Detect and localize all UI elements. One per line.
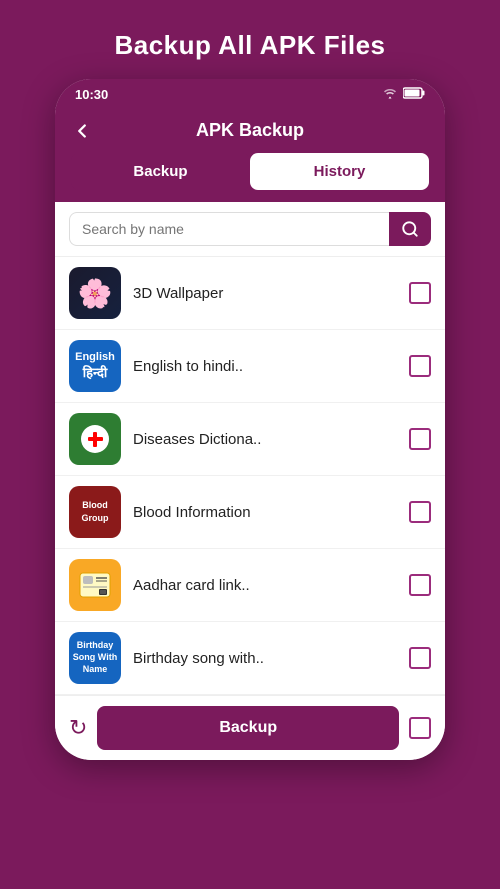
checkbox[interactable]	[409, 282, 431, 304]
app-name: Blood Information	[133, 504, 397, 521]
backup-button[interactable]: Backup	[97, 706, 399, 750]
checkbox[interactable]	[409, 355, 431, 377]
list-item[interactable]: BloodGroup Blood Information	[55, 476, 445, 549]
page-title: Backup All APK Files	[114, 30, 385, 61]
search-bar	[55, 202, 445, 257]
tab-backup[interactable]: Backup	[71, 153, 250, 190]
list-item[interactable]: 🌸 3D Wallpaper	[55, 257, 445, 330]
app-icon-disease	[69, 413, 121, 465]
bottom-checkbox[interactable]	[409, 717, 431, 739]
bottom-bar: ↻ Backup	[55, 695, 445, 760]
list-item[interactable]: BirthdaySong WithName Birthday song with…	[55, 622, 445, 695]
search-button[interactable]	[389, 212, 431, 246]
wifi-icon	[382, 87, 398, 102]
app-name: 3D Wallpaper	[133, 285, 397, 302]
app-name: Birthday song with..	[133, 650, 397, 667]
app-name: English to hindi..	[133, 358, 397, 375]
search-icon	[401, 220, 419, 238]
status-bar: 10:30	[55, 79, 445, 108]
app-icon-wallpaper: 🌸	[69, 267, 121, 319]
top-bar: APK Backup	[55, 108, 445, 153]
app-name: Aadhar card link..	[133, 577, 397, 594]
app-list: 🌸 3D Wallpaper Englishहिन्दी English to …	[55, 257, 445, 695]
app-icon-birthday: BirthdaySong WithName	[69, 632, 121, 684]
app-icon-blood: BloodGroup	[69, 486, 121, 538]
app-name: Diseases Dictiona..	[133, 431, 397, 448]
app-icon-aadhar	[69, 559, 121, 611]
checkbox[interactable]	[409, 501, 431, 523]
battery-icon	[403, 87, 425, 102]
time-display: 10:30	[75, 87, 108, 102]
list-item[interactable]: Aadhar card link..	[55, 549, 445, 622]
checkbox[interactable]	[409, 428, 431, 450]
back-button[interactable]	[71, 120, 93, 142]
checkbox[interactable]	[409, 647, 431, 669]
refresh-icon[interactable]: ↻	[69, 715, 87, 741]
search-input[interactable]	[69, 212, 389, 246]
tab-bar: Backup History	[55, 153, 445, 202]
top-bar-title: APK Backup	[196, 120, 304, 141]
app-icon-english: Englishहिन्दी	[69, 340, 121, 392]
tab-history[interactable]: History	[250, 153, 429, 190]
checkbox[interactable]	[409, 574, 431, 596]
list-item[interactable]: Diseases Dictiona..	[55, 403, 445, 476]
phone-frame: 10:30 APK Bac	[55, 79, 445, 760]
list-item[interactable]: Englishहिन्दी English to hindi..	[55, 330, 445, 403]
